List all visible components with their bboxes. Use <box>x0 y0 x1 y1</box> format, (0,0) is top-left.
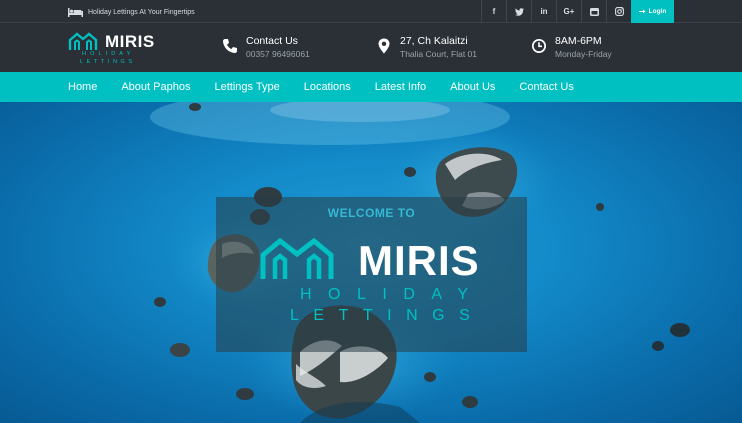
login-button[interactable]: Login <box>631 0 674 23</box>
nav-item-home[interactable]: Home <box>68 81 97 93</box>
nav-item-about-us[interactable]: About Us <box>450 81 495 93</box>
house-logo-large-icon <box>260 237 334 279</box>
welcome-overlay: WELCOME TO MIRIS HOLIDAY LETTINGS <box>216 197 527 352</box>
nav-item-lettings-type[interactable]: Lettings Type <box>214 81 279 93</box>
nav-item-about-paphos[interactable]: About Paphos <box>121 81 190 93</box>
nav-item-contact-us[interactable]: Contact Us <box>519 81 573 93</box>
social-links: f in G+ Login <box>481 0 674 23</box>
logo-wordmark: MIRIS <box>105 32 155 51</box>
address-info: 27, Ch Kalaitzi Thalia Court, Flat 01 <box>376 35 477 61</box>
login-icon <box>638 9 646 14</box>
bed-icon <box>68 7 83 17</box>
logo-subtitle-lettings: LETTINGS <box>80 59 136 65</box>
welcome-heading: WELCOME TO <box>327 206 416 220</box>
hero-wordmark: MIRIS <box>358 237 480 284</box>
hero-banner: WELCOME TO MIRIS HOLIDAY LETTINGS <box>0 102 742 423</box>
address-title: 27, Ch Kalaitzi <box>400 35 468 47</box>
tagline: Holiday Lettings At Your Fingertips <box>68 5 195 19</box>
tagline-text: Holiday Lettings At Your Fingertips <box>88 8 195 16</box>
contact-phone[interactable]: 00357 96496061 <box>246 48 310 61</box>
hours-title: 8AM-6PM <box>555 35 602 47</box>
phone-icon <box>223 39 237 53</box>
youtube-icon[interactable] <box>581 0 606 23</box>
hero-subtitle-lettings: LETTINGS <box>290 307 485 324</box>
linkedin-icon[interactable]: in <box>531 0 556 23</box>
contact-title: Contact Us <box>246 35 298 47</box>
house-logo-icon <box>68 32 98 50</box>
twitter-icon[interactable] <box>506 0 531 23</box>
hero-subtitle-holiday: HOLIDAY <box>300 286 485 303</box>
top-bar: Holiday Lettings At Your Fingertips f in… <box>0 0 742 23</box>
contact-info: Contact Us 00357 96496061 <box>222 35 310 61</box>
map-pin-icon <box>378 38 390 54</box>
address-line: Thalia Court, Flat 01 <box>400 49 478 59</box>
nav-item-latest-info[interactable]: Latest Info <box>375 81 426 93</box>
instagram-icon[interactable] <box>606 0 631 23</box>
google-plus-icon[interactable]: G+ <box>556 0 581 23</box>
nav-item-locations[interactable]: Locations <box>304 81 351 93</box>
login-label: Login <box>648 8 667 15</box>
facebook-icon[interactable]: f <box>481 0 506 23</box>
clock-icon <box>532 39 546 53</box>
logo-subtitle-holiday: HOLIDAY <box>82 51 135 57</box>
site-logo[interactable]: MIRIS HOLIDAY LETTINGS <box>68 29 158 67</box>
hours-info: 8AM-6PM Monday-Friday <box>531 35 612 61</box>
header: MIRIS HOLIDAY LETTINGS Contact Us 00357 … <box>0 23 742 72</box>
hours-days: Monday-Friday <box>555 49 612 59</box>
main-nav: Home About Paphos Lettings Type Location… <box>0 72 742 102</box>
